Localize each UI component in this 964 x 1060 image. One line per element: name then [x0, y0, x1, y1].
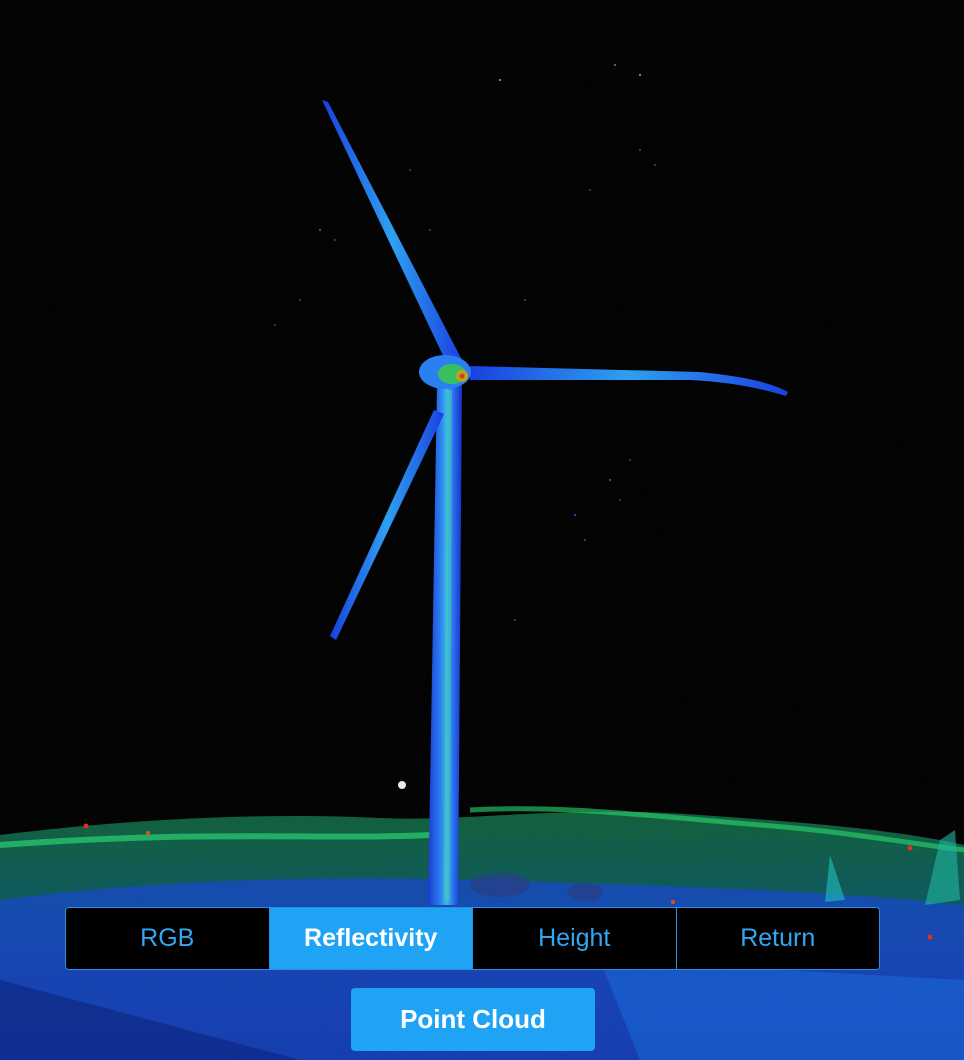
point-cloud-canvas[interactable] [0, 0, 964, 1060]
reflectivity-mode-button[interactable]: Reflectivity [268, 908, 472, 969]
height-mode-button[interactable]: Height [472, 908, 676, 969]
color-mode-segmented-control: RGB Reflectivity Height Return [65, 907, 880, 970]
point-cloud-button[interactable]: Point Cloud [351, 988, 595, 1051]
return-mode-button[interactable]: Return [675, 908, 879, 969]
rgb-mode-button[interactable]: RGB [66, 908, 269, 969]
noise-points [0, 0, 964, 900]
point-cloud-viewer[interactable] [0, 0, 964, 1060]
bright-point [398, 781, 406, 789]
